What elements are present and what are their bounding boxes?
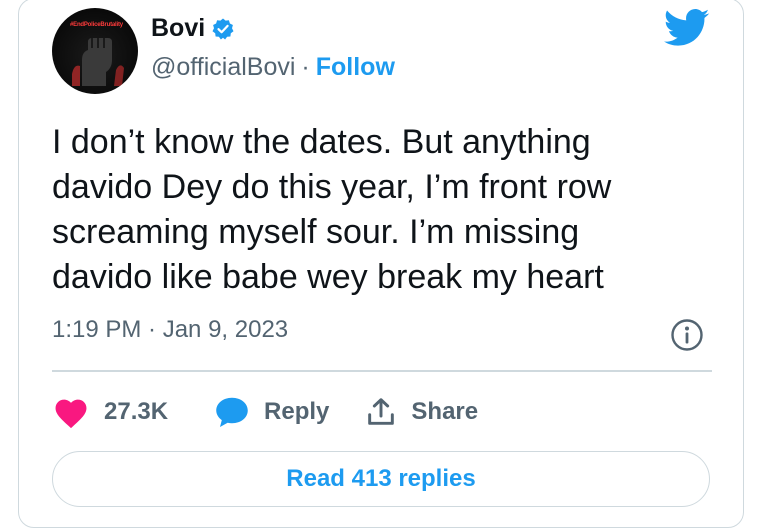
- info-icon[interactable]: [670, 318, 704, 352]
- raised-fist-icon: [72, 38, 124, 86]
- divider: [52, 370, 712, 372]
- like-button[interactable]: 27.3K: [52, 395, 168, 429]
- share-button[interactable]: Share: [365, 396, 478, 428]
- avatar[interactable]: #EndPoliceBrutality: [52, 8, 138, 94]
- author-name-row: Bovi: [151, 14, 235, 43]
- author-handle[interactable]: @officialBovi: [151, 53, 295, 82]
- separator: ·: [301, 53, 310, 81]
- verified-badge-icon: [211, 17, 235, 41]
- share-label: Share: [411, 398, 479, 425]
- tweet-text: I don’t know the dates. But anything dav…: [52, 123, 612, 296]
- heart-icon: [55, 399, 87, 429]
- read-replies-button[interactable]: Read 413 replies: [52, 451, 710, 507]
- author-handle-row: @officialBovi · Follow: [151, 53, 395, 82]
- tweet-timestamp[interactable]: 1:19 PM · Jan 9, 2023: [52, 316, 288, 344]
- reply-button[interactable]: Reply: [214, 395, 329, 429]
- reply-label: Reply: [264, 398, 330, 425]
- twitter-bird-icon[interactable]: [664, 8, 710, 48]
- share-icon: [368, 398, 395, 425]
- follow-button[interactable]: Follow: [316, 53, 395, 82]
- author-name[interactable]: Bovi: [151, 14, 205, 43]
- likes-count: 27.3K: [104, 398, 169, 425]
- tweet-actions: 27.3K Reply Share: [52, 392, 478, 432]
- reply-bubble-icon: [216, 397, 248, 427]
